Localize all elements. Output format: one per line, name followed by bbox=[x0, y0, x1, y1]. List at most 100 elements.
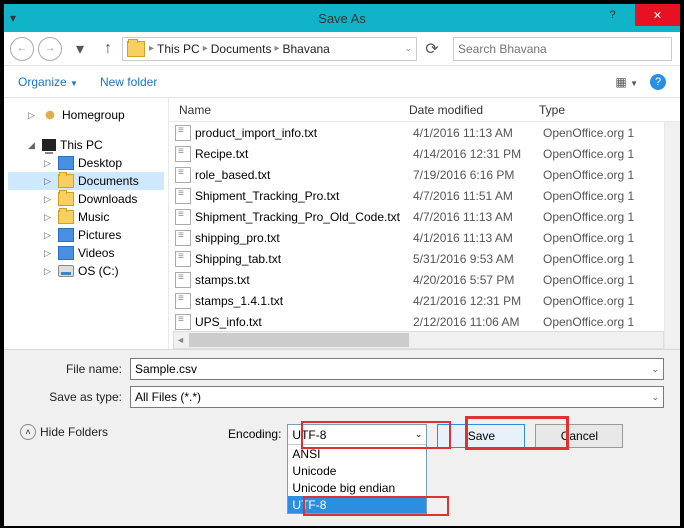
file-type: OpenOffice.org 1 bbox=[543, 294, 634, 308]
file-name: stamps_1.4.1.txt bbox=[195, 294, 413, 308]
footer: ˄ Hide Folders Encoding: UTF-8 ⌄ ANSI Uni… bbox=[4, 418, 680, 526]
sidebar-item-desktop[interactable]: ▷ Desktop bbox=[8, 154, 164, 172]
help-button[interactable]: ? bbox=[590, 4, 635, 26]
encoding-option[interactable]: ANSI bbox=[288, 445, 426, 462]
view-options-button[interactable]: ▦ ▼ bbox=[615, 75, 638, 89]
expand-icon[interactable]: ▷ bbox=[28, 110, 38, 121]
sidebar-item-music[interactable]: ▷ Music bbox=[8, 208, 164, 226]
file-icon bbox=[175, 314, 191, 330]
sidebar-item-documents[interactable]: ▷ Documents bbox=[8, 172, 164, 190]
file-name: role_based.txt bbox=[195, 168, 413, 182]
saveastype-select[interactable]: All Files (*.*) ⌄ bbox=[130, 386, 664, 408]
file-date: 4/14/2016 12:31 PM bbox=[413, 147, 543, 161]
file-icon bbox=[175, 209, 191, 225]
forward-button[interactable]: → bbox=[38, 37, 62, 61]
file-date: 4/7/2016 11:51 AM bbox=[413, 189, 543, 203]
file-row[interactable]: Shipment_Tracking_Pro_Old_Code.txt4/7/20… bbox=[169, 206, 680, 227]
search-input[interactable] bbox=[458, 42, 667, 56]
file-row[interactable]: stamps.txt4/20/2016 5:57 PMOpenOffice.or… bbox=[169, 269, 680, 290]
chevron-down-icon[interactable]: ⌄ bbox=[651, 364, 659, 375]
file-icon bbox=[175, 188, 191, 204]
file-date: 4/7/2016 11:13 AM bbox=[413, 210, 543, 224]
folder-icon bbox=[58, 228, 74, 242]
sidebar-item-pictures[interactable]: ▷ Pictures bbox=[8, 226, 164, 244]
file-icon bbox=[175, 167, 191, 183]
new-folder-button[interactable]: New folder bbox=[100, 75, 157, 89]
file-row[interactable]: Shipment_Tracking_Pro.txt4/7/2016 11:51 … bbox=[169, 185, 680, 206]
organize-menu[interactable]: Organize ▼ bbox=[18, 75, 78, 89]
folder-icon bbox=[127, 41, 145, 57]
file-date: 4/1/2016 11:13 AM bbox=[413, 126, 543, 140]
chevron-down-icon[interactable]: ▾ bbox=[70, 39, 90, 59]
breadcrumb-item[interactable]: This PC bbox=[157, 42, 200, 56]
file-date: 7/19/2016 6:16 PM bbox=[413, 168, 543, 182]
file-icon bbox=[175, 293, 191, 309]
encoding-select[interactable]: UTF-8⌄ ANSI Unicode Unicode big endian U… bbox=[287, 424, 427, 514]
encoding-option[interactable]: Unicode big endian bbox=[288, 479, 426, 496]
file-icon bbox=[175, 272, 191, 288]
file-row[interactable]: role_based.txt7/19/2016 6:16 PMOpenOffic… bbox=[169, 164, 680, 185]
column-type[interactable]: Type bbox=[539, 103, 680, 117]
sidebar-item-os-c[interactable]: ▷ OS (C:) bbox=[8, 262, 164, 280]
system-menu-icon[interactable]: ▾ bbox=[10, 11, 30, 25]
file-row[interactable]: stamps_1.4.1.txt4/21/2016 12:31 PMOpenOf… bbox=[169, 290, 680, 311]
up-button[interactable]: ↑ bbox=[98, 40, 118, 58]
file-name: UPS_info.txt bbox=[195, 315, 413, 329]
encoding-label: Encoding: bbox=[228, 424, 281, 441]
nav-bar: ← → ▾ ↑ ▸ This PC ▸ Documents ▸ Bhavana … bbox=[4, 32, 680, 66]
fields-area: File name: Sample.csv ⌄ Save as type: Al… bbox=[4, 350, 680, 418]
hide-folders-button[interactable]: ˄ Hide Folders bbox=[20, 424, 108, 440]
save-button[interactable]: Save bbox=[437, 424, 525, 448]
cancel-button[interactable]: Cancel bbox=[535, 424, 623, 448]
file-date: 4/1/2016 11:13 AM bbox=[413, 231, 543, 245]
file-row[interactable]: Recipe.txt4/14/2016 12:31 PMOpenOffice.o… bbox=[169, 143, 680, 164]
file-name: Shipment_Tracking_Pro_Old_Code.txt bbox=[195, 210, 413, 224]
encoding-option[interactable]: Unicode bbox=[288, 462, 426, 479]
chevron-right-icon: ▸ bbox=[149, 43, 154, 54]
file-row[interactable]: Shipping_tab.txt5/31/2016 9:53 AMOpenOff… bbox=[169, 248, 680, 269]
column-date[interactable]: Date modified bbox=[409, 103, 539, 117]
column-name[interactable]: Name bbox=[169, 103, 409, 117]
sidebar-item-homegroup[interactable]: ▷ Homegroup bbox=[8, 106, 164, 124]
chevron-down-icon[interactable]: ⌄ bbox=[404, 43, 412, 54]
window-title: Save As bbox=[318, 11, 366, 26]
back-button[interactable]: ← bbox=[10, 37, 34, 61]
homegroup-icon bbox=[42, 108, 58, 122]
chevron-down-icon[interactable]: ⌄ bbox=[651, 392, 659, 403]
file-name: Shipping_tab.txt bbox=[195, 252, 413, 266]
file-row[interactable]: shipping_pro.txt4/1/2016 11:13 AMOpenOff… bbox=[169, 227, 680, 248]
refresh-button[interactable]: ⟳ bbox=[419, 39, 445, 59]
file-type: OpenOffice.org 1 bbox=[543, 168, 634, 182]
column-headers: Name Date modified Type bbox=[169, 98, 680, 122]
close-button[interactable]: ✕ bbox=[635, 4, 680, 26]
drive-icon bbox=[58, 265, 74, 277]
vertical-scrollbar[interactable] bbox=[664, 122, 680, 349]
chevron-down-icon: ⌄ bbox=[415, 429, 423, 440]
folder-icon bbox=[58, 210, 74, 224]
horizontal-scrollbar[interactable]: ◄ bbox=[173, 331, 664, 349]
file-list: Name Date modified Type product_import_i… bbox=[169, 98, 680, 349]
breadcrumb[interactable]: ▸ This PC ▸ Documents ▸ Bhavana ⌄ bbox=[122, 37, 417, 61]
file-row[interactable]: UPS_info.txt2/12/2016 11:06 AMOpenOffice… bbox=[169, 311, 680, 332]
file-date: 4/21/2016 12:31 PM bbox=[413, 294, 543, 308]
encoding-option[interactable]: UTF-8 bbox=[288, 496, 426, 513]
breadcrumb-item[interactable]: Bhavana bbox=[282, 42, 329, 56]
file-type: OpenOffice.org 1 bbox=[543, 231, 634, 245]
filename-label: File name: bbox=[20, 362, 130, 376]
sidebar-item-thispc[interactable]: ◢ This PC bbox=[8, 136, 164, 154]
file-row[interactable]: product_import_info.txt4/1/2016 11:13 AM… bbox=[169, 122, 680, 143]
sidebar-item-videos[interactable]: ▷ Videos bbox=[8, 244, 164, 262]
breadcrumb-item[interactable]: Documents bbox=[211, 42, 272, 56]
file-icon bbox=[175, 146, 191, 162]
file-icon bbox=[175, 251, 191, 267]
file-type: OpenOffice.org 1 bbox=[543, 189, 634, 203]
file-type: OpenOffice.org 1 bbox=[543, 147, 634, 161]
collapse-icon[interactable]: ◢ bbox=[28, 140, 38, 151]
filename-input[interactable]: Sample.csv ⌄ bbox=[130, 358, 664, 380]
sidebar-item-downloads[interactable]: ▷ Downloads bbox=[8, 190, 164, 208]
chevron-up-icon: ˄ bbox=[20, 424, 36, 440]
saveastype-label: Save as type: bbox=[20, 390, 130, 404]
search-box[interactable] bbox=[453, 37, 672, 61]
help-icon[interactable]: ? bbox=[650, 74, 666, 90]
file-date: 2/12/2016 11:06 AM bbox=[413, 315, 543, 329]
